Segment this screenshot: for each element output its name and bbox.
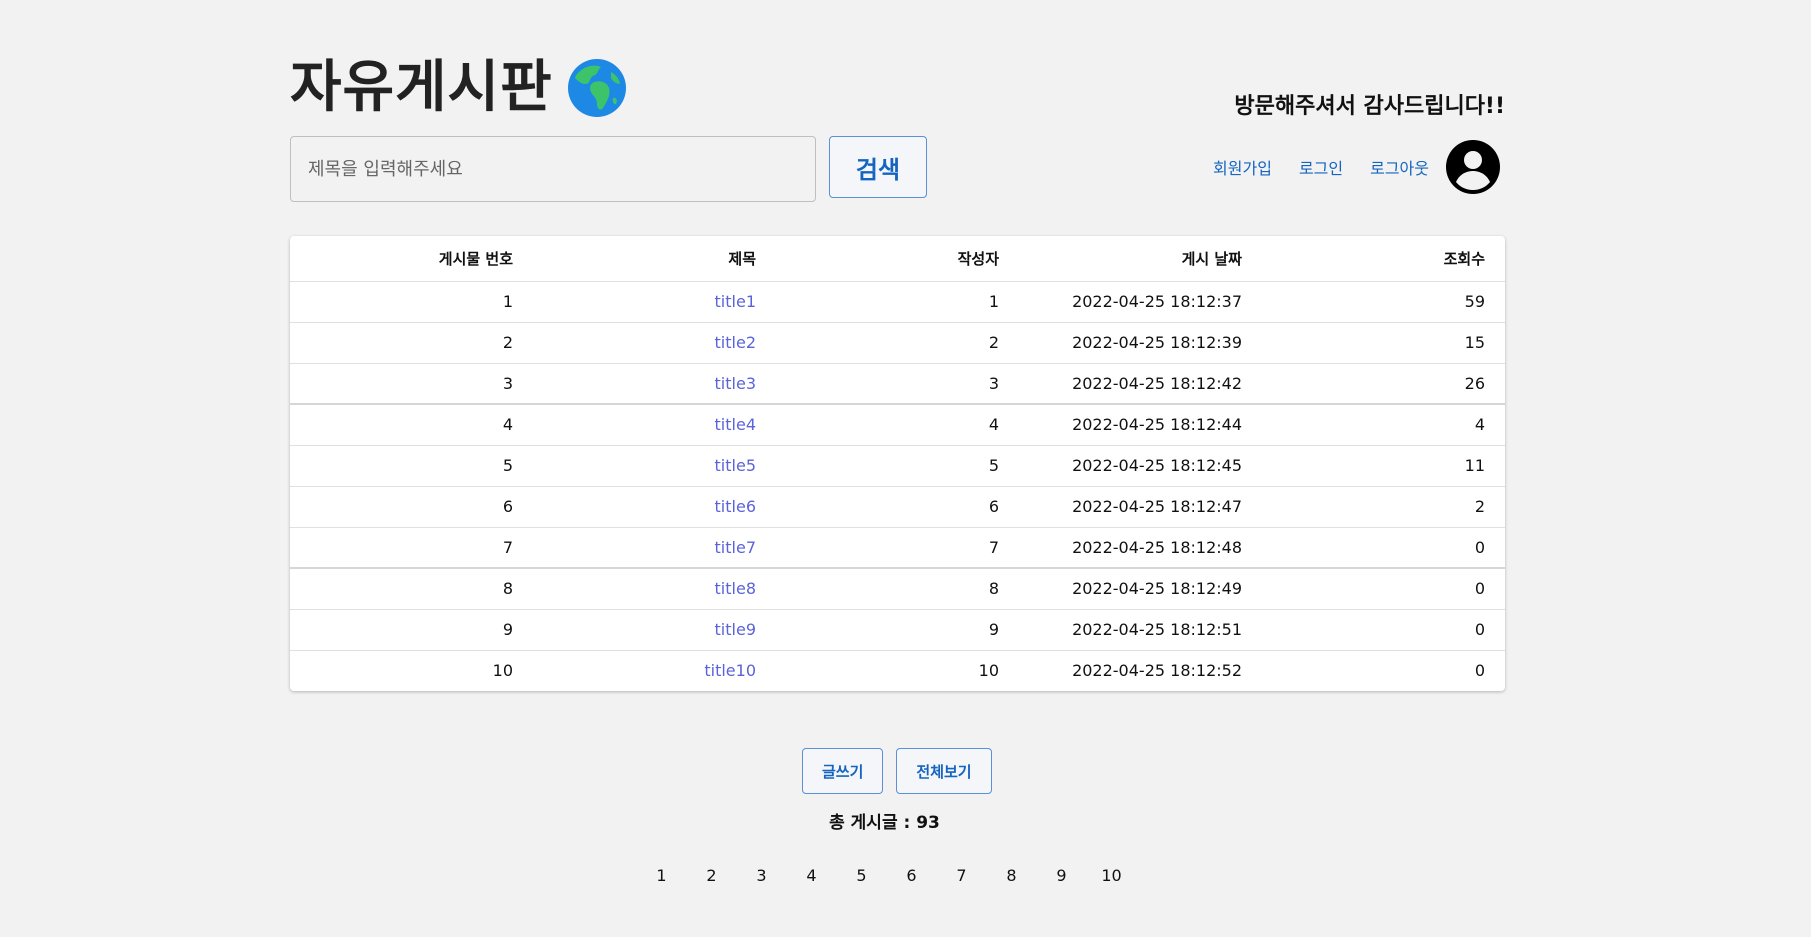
table-row: 10 title10 10 2022-04-25 18:12:52 0 bbox=[290, 650, 1505, 691]
page-link[interactable]: 7 bbox=[937, 866, 987, 885]
post-date: 2022-04-25 18:12:44 bbox=[1019, 404, 1262, 446]
post-views: 0 bbox=[1262, 609, 1505, 651]
column-header-no: 게시물 번호 bbox=[290, 236, 533, 282]
post-author: 3 bbox=[776, 363, 1019, 405]
post-no: 7 bbox=[290, 527, 533, 569]
table-row: 8 title8 8 2022-04-25 18:12:49 0 bbox=[290, 568, 1505, 610]
post-title-link[interactable]: title3 bbox=[715, 374, 756, 393]
post-date: 2022-04-25 18:12:37 bbox=[1019, 281, 1262, 323]
signup-link[interactable]: 회원가입 bbox=[1213, 155, 1272, 179]
post-title-link[interactable]: title10 bbox=[704, 661, 756, 680]
posts-table: 게시물 번호 제목 작성자 게시 날짜 조회수 1 title1 1 2022-… bbox=[290, 236, 1505, 691]
search-input[interactable] bbox=[290, 136, 816, 202]
welcome-message: 방문해주셔서 감사드립니다!! bbox=[1234, 94, 1505, 119]
table-row: 9 title9 9 2022-04-25 18:12:51 0 bbox=[290, 609, 1505, 651]
search-button[interactable]: 검색 bbox=[829, 136, 927, 198]
post-author: 2 bbox=[776, 322, 1019, 364]
post-no: 2 bbox=[290, 322, 533, 364]
login-link[interactable]: 로그인 bbox=[1299, 155, 1343, 179]
column-header-author: 작성자 bbox=[776, 236, 1019, 282]
table-row: 6 title6 6 2022-04-25 18:12:47 2 bbox=[290, 486, 1505, 528]
auth-nav: 회원가입 로그인 로그아웃 bbox=[1213, 140, 1500, 194]
total-posts-count: 총 게시글 : 93 bbox=[829, 813, 940, 833]
post-views: 4 bbox=[1262, 404, 1505, 446]
post-date: 2022-04-25 18:12:39 bbox=[1019, 322, 1262, 364]
post-no: 10 bbox=[492, 661, 513, 681]
column-header-views: 조회수 bbox=[1262, 236, 1505, 282]
post-views: 11 bbox=[1262, 445, 1505, 487]
post-title-link[interactable]: title4 bbox=[715, 415, 756, 434]
table-row: 3 title3 3 2022-04-25 18:12:42 26 bbox=[290, 363, 1505, 405]
post-views: 2 bbox=[1262, 486, 1505, 528]
post-date: 2022-04-25 18:12:51 bbox=[1019, 609, 1262, 651]
page-link[interactable]: 9 bbox=[1037, 866, 1087, 885]
post-date: 2022-04-25 18:12:47 bbox=[1019, 486, 1262, 528]
pagination: 1 2 3 4 5 6 7 8 9 10 bbox=[290, 866, 1505, 885]
page-container: 자유게시판 방문해주셔서 감사드립니다!! 검색 회원가입 로그인 로그아웃 bbox=[290, 0, 1505, 937]
post-views: 0 bbox=[1262, 568, 1505, 610]
table-row: 2 title2 2 2022-04-25 18:12:39 15 bbox=[290, 322, 1505, 364]
column-header-date: 게시 날짜 bbox=[1019, 236, 1262, 282]
post-views: 26 bbox=[1262, 363, 1505, 405]
post-views: 0 bbox=[1262, 527, 1505, 569]
post-title-link[interactable]: title2 bbox=[715, 333, 756, 352]
post-no: 9 bbox=[290, 609, 533, 651]
post-author: 8 bbox=[776, 568, 1019, 610]
post-date: 2022-04-25 18:12:45 bbox=[1019, 445, 1262, 487]
post-no: 5 bbox=[290, 445, 533, 487]
page-link[interactable]: 4 bbox=[787, 866, 837, 885]
write-button[interactable]: 글쓰기 bbox=[802, 748, 884, 794]
post-author: 9 bbox=[776, 609, 1019, 651]
page-link[interactable]: 6 bbox=[887, 866, 937, 885]
globe-icon bbox=[567, 58, 627, 118]
account-circle-icon[interactable] bbox=[1446, 140, 1500, 194]
post-date: 2022-04-25 18:12:52 bbox=[1072, 661, 1242, 681]
post-title-link[interactable]: title8 bbox=[715, 579, 756, 598]
post-author: 6 bbox=[776, 486, 1019, 528]
table-row: 1 title1 1 2022-04-25 18:12:37 59 bbox=[290, 281, 1505, 323]
post-title-link[interactable]: title6 bbox=[715, 497, 756, 516]
post-no: 8 bbox=[290, 568, 533, 610]
table-header-row: 게시물 번호 제목 작성자 게시 날짜 조회수 bbox=[290, 236, 1505, 282]
post-author: 7 bbox=[776, 527, 1019, 569]
post-title-link[interactable]: title9 bbox=[715, 620, 756, 639]
post-date: 2022-04-25 18:12:49 bbox=[1019, 568, 1262, 610]
page-link[interactable]: 2 bbox=[687, 866, 737, 885]
post-title-link[interactable]: title1 bbox=[715, 292, 756, 311]
post-title-link[interactable]: title5 bbox=[715, 456, 756, 475]
table-row: 7 title7 7 2022-04-25 18:12:48 0 bbox=[290, 527, 1505, 569]
column-header-title: 제목 bbox=[533, 236, 776, 282]
page-link[interactable]: 5 bbox=[837, 866, 887, 885]
action-buttons: 글쓰기 전체보기 bbox=[802, 748, 992, 794]
page-header: 자유게시판 bbox=[290, 52, 627, 124]
post-author: 10 bbox=[978, 661, 999, 681]
post-author: 5 bbox=[776, 445, 1019, 487]
post-author: 1 bbox=[776, 281, 1019, 323]
post-title-link[interactable]: title7 bbox=[715, 538, 756, 557]
table-row: 5 title5 5 2022-04-25 18:12:45 11 bbox=[290, 445, 1505, 487]
post-views: 15 bbox=[1262, 322, 1505, 364]
logout-link[interactable]: 로그아웃 bbox=[1370, 155, 1429, 179]
post-date: 2022-04-25 18:12:48 bbox=[1019, 527, 1262, 569]
post-views: 0 bbox=[1474, 661, 1485, 681]
table-row: 4 title4 4 2022-04-25 18:12:44 4 bbox=[290, 404, 1505, 446]
post-author: 4 bbox=[776, 404, 1019, 446]
post-no: 1 bbox=[290, 281, 533, 323]
page-link[interactable]: 3 bbox=[737, 866, 787, 885]
page-link[interactable]: 1 bbox=[637, 866, 687, 885]
view-all-button[interactable]: 전체보기 bbox=[896, 748, 992, 794]
post-no: 3 bbox=[290, 363, 533, 405]
post-no: 4 bbox=[290, 404, 533, 446]
post-date: 2022-04-25 18:12:42 bbox=[1019, 363, 1262, 405]
post-no: 6 bbox=[290, 486, 533, 528]
page-link[interactable]: 10 bbox=[1087, 866, 1137, 885]
page-title: 자유게시판 bbox=[290, 55, 553, 120]
post-views: 59 bbox=[1262, 281, 1505, 323]
page-link[interactable]: 8 bbox=[987, 866, 1037, 885]
